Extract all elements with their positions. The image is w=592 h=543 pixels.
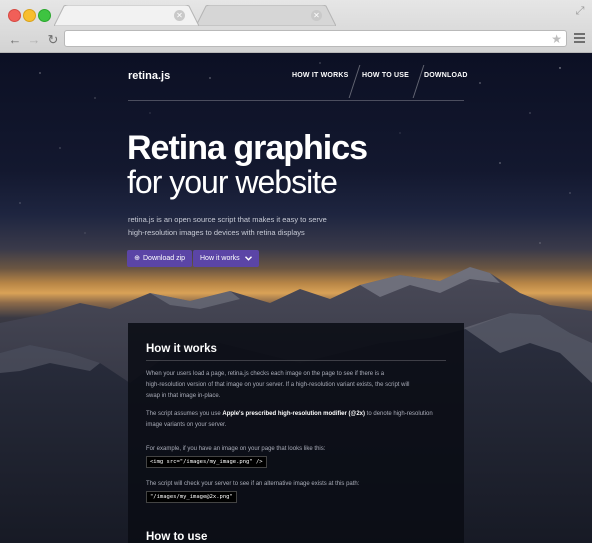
text-line: When your users load a page, retina.js c… [146,371,385,377]
paragraph-1: When your users load a page, retina.js c… [146,369,446,402]
browser-chrome: ✕ ✕ ⤢ ← → ↻ ★ [0,0,592,53]
text-span: to denote high-resolution [365,411,433,417]
paragraph-4: The script will check your server to see… [146,481,360,487]
hero-subtitle: for your website [127,164,338,200]
address-bar[interactable]: ★ [64,30,567,47]
reload-icon[interactable]: ↻ [46,33,60,47]
text-span: The script assumes you use [146,411,223,417]
section-heading: How it works [146,343,217,355]
how-it-works-label: How it works [200,255,240,262]
browser-tab-2[interactable]: ✕ [196,5,336,26]
back-icon[interactable]: ← [8,33,22,47]
menu-icon[interactable] [574,33,585,44]
text-line: swap in that image in-place. [146,393,221,399]
hero-lead-line: high-resolution images to devices with r… [128,228,305,237]
download-icon: ⊕ [134,255,140,262]
paragraph-3: For example, if you have an image on you… [146,446,326,452]
bookmark-star-icon[interactable]: ★ [551,31,562,47]
content-card: How it works When your users load a page… [128,323,464,543]
nav-divider [348,65,361,98]
text-line: image variants on your server. [146,422,227,428]
hero-lead: retina.js is an open source script that … [128,213,368,239]
hero-title: Retina graphics [127,129,368,167]
how-it-works-button[interactable]: How it works [193,250,259,267]
section-divider [146,360,446,361]
download-zip-button[interactable]: ⊕ Download zip [127,250,193,267]
section-heading-2: How to use [146,531,208,543]
fullscreen-icon[interactable]: ⤢ [574,5,586,17]
forward-icon[interactable]: → [27,33,41,47]
nav-divider [412,65,425,98]
download-zip-label: Download zip [143,255,186,262]
nav-how-it-works[interactable]: HOW IT WORKS [292,72,348,79]
close-tab-icon[interactable]: ✕ [174,10,185,21]
minimize-window-button[interactable] [23,9,36,22]
close-tab-icon[interactable]: ✕ [311,10,322,21]
modifier-link[interactable]: Apple's prescribed high-resolution modif… [222,411,365,417]
site-logo[interactable]: retina.js [128,70,170,82]
code-snippet-2: "/images/my_image@2x.png" [146,491,237,503]
hero-section: retina.js HOW IT WORKS HOW TO USE DOWNLO… [0,53,592,543]
nav-download[interactable]: DOWNLOAD [424,72,468,79]
top-nav: HOW IT WORKS HOW TO USE DOWNLOAD [282,65,472,99]
code-snippet-1: <img src="/images/my_image.png" /> [146,456,267,468]
chevron-down-icon [244,255,252,261]
paragraph-2: The script assumes you use Apple's presc… [146,409,446,431]
nav-how-to-use[interactable]: HOW TO USE [362,72,409,79]
browser-window: ✕ ✕ ⤢ ← → ↻ ★ retina.js HOW IT WORKS HOW… [0,0,592,543]
close-window-button[interactable] [8,9,21,22]
zoom-window-button[interactable] [38,9,51,22]
nav-divider-line [128,100,464,101]
hero-lead-line: retina.js is an open source script that … [128,215,327,224]
browser-tab-1[interactable]: ✕ [54,5,199,26]
text-line: high-resolution version of that image on… [146,382,410,388]
